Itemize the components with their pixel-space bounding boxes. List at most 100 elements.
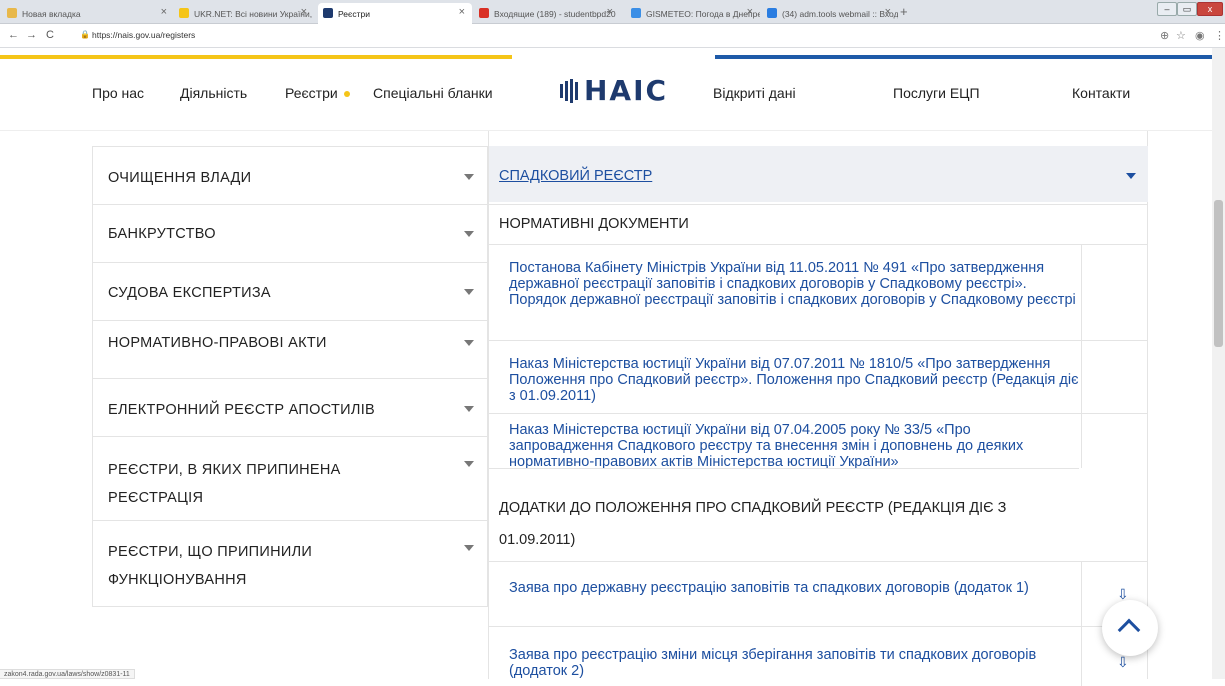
download-icon[interactable]: ⇩ — [1117, 654, 1129, 671]
accordion-header[interactable]: СПАДКОВИЙ РЕЄСТР — [489, 146, 1148, 202]
section-heading: НОРМАТИВНІ ДОКУМЕНТИ — [489, 204, 1148, 244]
sidebar-item-apostille[interactable]: ЕЛЕКТРОННИЙ РЕЄСТР АПОСТИЛІВ — [93, 378, 488, 436]
chevron-down-icon — [464, 174, 474, 180]
tab-favicon-icon — [179, 8, 189, 18]
sidebar-item-lustration[interactable]: ОЧИЩЕННЯ ВЛАДИ — [93, 146, 488, 204]
logo-text: НАІС — [584, 74, 669, 107]
bookmark-star-icon[interactable]: ☆ — [1176, 29, 1186, 42]
chevron-down-icon — [464, 289, 474, 295]
status-bar-url: zakon4.rada.gov.ua/laws/show/z0831-11 — [0, 669, 135, 679]
browser-tab[interactable]: Входящие (189) - studentbpd20 × — [474, 3, 620, 24]
active-dot-icon — [343, 91, 350, 98]
document-link[interactable]: Наказ Міністерства юстиції України від 0… — [509, 422, 1079, 470]
chevron-down-icon — [464, 545, 474, 551]
browser-menu-icon[interactable]: ⋮ — [1214, 29, 1225, 42]
nav-about[interactable]: Про нас — [92, 85, 144, 101]
browser-tab[interactable]: (34) adm.tools webmail :: Входя × — [762, 3, 898, 24]
tab-close-icon[interactable]: × — [301, 6, 307, 18]
tab-label: Реєстри — [338, 8, 370, 19]
logo-bars-icon — [560, 78, 578, 103]
tab-favicon-icon — [7, 8, 17, 18]
back-arrow-icon[interactable]: ← — [8, 29, 19, 41]
document-row: Постанова Кабінету Міністрів України від… — [489, 244, 1148, 340]
sidebar-item-label: ОЧИЩЕННЯ ВЛАДИ — [108, 170, 252, 186]
tab-close-icon[interactable]: × — [607, 6, 613, 18]
nav-eds-services[interactable]: Послуги ЕЦП — [893, 85, 980, 101]
reload-icon[interactable]: C — [46, 29, 54, 41]
tab-close-icon[interactable]: × — [161, 6, 167, 18]
tab-close-icon[interactable]: × — [459, 6, 465, 18]
chevron-down-icon — [464, 231, 474, 237]
browser-tab[interactable]: Новая вкладка × — [2, 3, 174, 24]
tab-favicon-icon — [323, 8, 333, 18]
attachment-row: Заява про реєстрацію зміни місця зберіга… — [489, 626, 1148, 686]
document-link[interactable]: Наказ Міністерства юстиції України від 0… — [509, 356, 1079, 404]
sidebar-item-forensic[interactable]: СУДОВА ЕКСПЕРТИЗА — [93, 262, 488, 320]
sidebar-item-label: РЕЄСТРИ, ЩО ПРИПИНИЛИ ФУНКЦІОНУВАННЯ — [108, 544, 313, 588]
download-cell — [1081, 245, 1082, 340]
sidebar-item-label: ЕЛЕКТРОННИЙ РЕЄСТР АПОСТИЛІВ — [108, 402, 376, 418]
sidebar-item-label: НОРМАТИВНО-ПРАВОВІ АКТИ — [108, 335, 327, 351]
browser-tab-active[interactable]: Реєстри × — [318, 3, 472, 24]
attachment-link[interactable]: Заява про реєстрацію зміни місця зберіга… — [509, 647, 1079, 679]
tab-favicon-icon — [631, 8, 641, 18]
sidebar-item-label: РЕЄСТРИ, В ЯКИХ ПРИПИНЕНА РЕЄСТРАЦІЯ — [108, 462, 341, 506]
registry-content: СПАДКОВИЙ РЕЄСТР НОРМАТИВНІ ДОКУМЕНТИ По… — [488, 131, 1148, 686]
chevron-down-icon — [464, 406, 474, 412]
nav-open-data[interactable]: Відкриті дані — [713, 85, 796, 101]
download-cell — [1081, 562, 1082, 626]
tab-label: Входящие (189) - studentbpd20 — [494, 8, 616, 19]
browser-tab[interactable]: GISMETEO: Погода в Днепре (Д × — [626, 3, 760, 24]
accordion-title-link[interactable]: СПАДКОВИЙ РЕЄСТР — [499, 168, 652, 184]
url-field[interactable]: https://nais.gov.ua/registers — [92, 30, 195, 40]
chevron-down-icon — [1126, 173, 1136, 179]
site-header: Про нас Діяльність Реєстри Спеціальні бл… — [0, 59, 1225, 131]
sidebar-item-bankruptcy[interactable]: БАНКРУТСТВО — [93, 204, 488, 262]
section-heading: ДОДАТКИ ДО ПОЛОЖЕННЯ ПРО СПАДКОВИЙ РЕЄСТ… — [489, 468, 1079, 565]
tab-label: (34) adm.tools webmail :: Входя — [782, 8, 898, 19]
nav-special-forms[interactable]: Спеціальні бланки — [373, 85, 493, 101]
nav-activity[interactable]: Діяльність — [180, 85, 247, 101]
site-logo[interactable]: НАІС — [560, 74, 668, 107]
browser-tab-bar: Новая вкладка × UKR.NET: Всі новини Укра… — [0, 0, 1225, 24]
address-bar: ← → C 🔒 https://nais.gov.ua/registers ⊕ … — [0, 24, 1225, 48]
browser-tab[interactable]: UKR.NET: Всі новини України, ос × — [174, 3, 314, 24]
tab-close-icon[interactable]: × — [885, 6, 891, 18]
registers-sidebar: ОЧИЩЕННЯ ВЛАДИ БАНКРУТСТВО СУДОВА ЕКСПЕР… — [92, 146, 488, 607]
scrollbar-thumb[interactable] — [1214, 200, 1223, 347]
minimize-button[interactable]: – — [1157, 2, 1177, 16]
lock-icon: 🔒 — [80, 30, 90, 39]
maximize-button[interactable]: ▭ — [1177, 2, 1197, 16]
sidebar-item-legal-acts[interactable]: НОРМАТИВНО-ПРАВОВІ АКТИ — [93, 320, 488, 378]
sidebar-item-label: БАНКРУТСТВО — [108, 226, 216, 242]
tab-close-icon[interactable]: × — [747, 6, 753, 18]
sidebar-item-label: СУДОВА ЕКСПЕРТИЗА — [108, 285, 271, 301]
download-cell — [1081, 341, 1082, 413]
nav-registers[interactable]: Реєстри — [285, 85, 350, 101]
tab-label: UKR.NET: Всі новини України, ос — [194, 8, 314, 19]
forward-arrow-icon[interactable]: → — [26, 29, 37, 41]
download-cell — [1081, 627, 1082, 686]
zoom-icon[interactable]: ⊕ — [1160, 29, 1169, 42]
chevron-down-icon — [464, 340, 474, 346]
tab-favicon-icon — [767, 8, 777, 18]
document-row: Наказ Міністерства юстиції України від 0… — [489, 340, 1148, 413]
chevron-down-icon — [464, 461, 474, 467]
profile-icon[interactable]: ◉ — [1195, 29, 1205, 42]
document-row: Наказ Міністерства юстиції України від 0… — [489, 413, 1148, 470]
chevron-up-icon — [1117, 618, 1141, 642]
nav-registers-label: Реєстри — [285, 85, 338, 101]
download-cell — [1081, 414, 1082, 468]
document-link[interactable]: Постанова Кабінету Міністрів України від… — [509, 260, 1079, 308]
scroll-to-top-button[interactable] — [1102, 600, 1158, 656]
tab-label: GISMETEO: Погода в Днепре (Д — [646, 8, 760, 19]
close-window-button[interactable]: x — [1197, 2, 1223, 16]
page-scrollbar[interactable] — [1212, 48, 1225, 679]
sidebar-item-suspended-registries[interactable]: РЕЄСТРИ, В ЯКИХ ПРИПИНЕНА РЕЄСТРАЦІЯ — [93, 436, 488, 520]
nav-contacts[interactable]: Контакти — [1072, 85, 1130, 101]
sidebar-item-discontinued-registries[interactable]: РЕЄСТРИ, ЩО ПРИПИНИЛИ ФУНКЦІОНУВАННЯ — [93, 520, 488, 607]
new-tab-button[interactable]: + — [900, 4, 908, 19]
tab-favicon-icon — [479, 8, 489, 18]
tab-label: Новая вкладка — [22, 8, 81, 19]
attachment-link[interactable]: Заява про державну реєстрацію заповітів … — [509, 580, 1079, 596]
